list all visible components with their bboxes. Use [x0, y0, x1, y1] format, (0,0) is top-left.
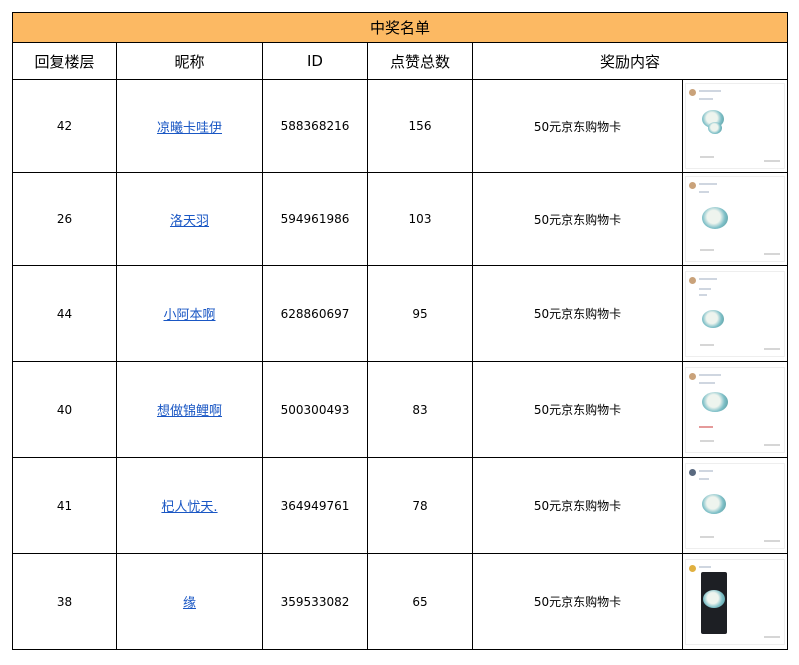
screenshot-thumbnail	[685, 366, 786, 453]
screenshot-thumbnail	[685, 83, 786, 169]
nickname-link[interactable]: 洛天羽	[170, 214, 209, 229]
table-title: 中奖名单	[11, 12, 789, 43]
nickname-link[interactable]: 缘	[183, 596, 196, 611]
header-id: ID	[262, 42, 368, 80]
nickname-link[interactable]: 凉曦卡哇伊	[157, 121, 222, 136]
floor-cell: 26	[12, 172, 117, 266]
floor-cell: 41	[12, 457, 117, 554]
id-cell: 628860697	[262, 265, 368, 362]
reward-cell: 50元京东购物卡	[472, 553, 683, 650]
winners-table: 中奖名单 回复楼层 昵称 ID 点赞总数 奖励内容 42 凉曦卡哇伊 58836…	[11, 12, 789, 650]
likes-cell: 65	[367, 553, 473, 650]
floor-cell: 44	[12, 265, 117, 362]
reward-cell: 50元京东购物卡	[472, 79, 683, 173]
nickname-link[interactable]: 小阿本啊	[163, 308, 215, 323]
header-floor: 回复楼层	[12, 42, 117, 80]
screenshot-thumbnail	[685, 462, 786, 549]
id-cell: 364949761	[262, 457, 368, 554]
screenshot-thumbnail	[685, 270, 786, 357]
floor-cell: 40	[12, 361, 117, 458]
likes-cell: 156	[367, 79, 473, 173]
reward-cell: 50元京东购物卡	[472, 457, 683, 554]
floor-cell: 42	[12, 79, 117, 173]
table-row: 42 凉曦卡哇伊 588368216 156 50元京东购物卡	[12, 79, 789, 173]
nickname-link[interactable]: 想做锦鲤啊	[157, 404, 222, 419]
header-nickname: 昵称	[116, 42, 263, 80]
likes-cell: 83	[367, 361, 473, 458]
reward-cell: 50元京东购物卡	[472, 265, 683, 362]
id-cell: 359533082	[262, 553, 368, 650]
table-row: 40 想做锦鲤啊 500300493 83 50元京东购物卡	[12, 361, 789, 458]
likes-cell: 95	[367, 265, 473, 362]
reward-cell: 50元京东购物卡	[472, 361, 683, 458]
table-row: 44 小阿本啊 628860697 95 50元京东购物卡	[12, 265, 789, 362]
likes-cell: 103	[367, 172, 473, 266]
screenshot-thumbnail	[685, 558, 786, 645]
header-reward: 奖励内容	[471, 42, 789, 80]
table-row: 38 缘 359533082 65 50元京东购物卡	[12, 553, 789, 650]
table-row: 41 杞人忧天. 364949761 78 50元京东购物卡	[12, 457, 789, 554]
nickname-link[interactable]: 杞人忧天.	[161, 500, 217, 515]
likes-cell: 78	[367, 457, 473, 554]
screenshot-thumbnail	[685, 176, 786, 262]
header-likes: 点赞总数	[367, 42, 473, 80]
id-cell: 500300493	[262, 361, 368, 458]
reward-cell: 50元京东购物卡	[472, 172, 683, 266]
table-row: 26 洛天羽 594961986 103 50元京东购物卡	[12, 172, 789, 266]
id-cell: 594961986	[262, 172, 368, 266]
floor-cell: 38	[12, 553, 117, 650]
id-cell: 588368216	[262, 79, 368, 173]
